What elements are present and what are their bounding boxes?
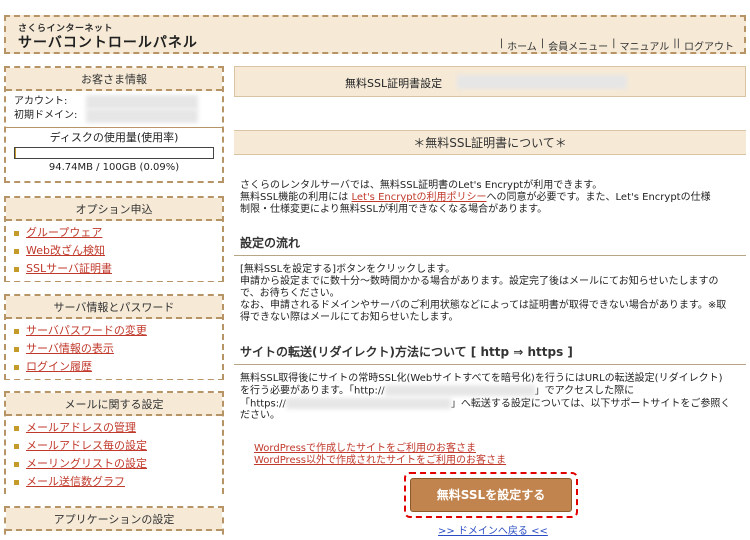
non-wordpress-help-link[interactable]: WordPress以外で作成されたサイトをご利用のお客さま bbox=[254, 455, 506, 467]
policy-link[interactable]: Let's Encryptの利用ポリシー bbox=[351, 192, 486, 203]
sidebar-item-mail-per-address[interactable]: メールアドレス毎の設定 bbox=[14, 437, 214, 455]
redirect-section-title: サイトの転送(リダイレクト)方法について [ http ⇒ https ] bbox=[234, 341, 746, 365]
disk-usage-bar bbox=[14, 147, 214, 159]
mail-title: メールに関する設定 bbox=[6, 393, 222, 416]
disk-usage-label: ディスクの使用量(使用率) bbox=[49, 131, 179, 144]
server-box: サーバ情報とパスワード サーバパスワードの変更 サーバ情報の表示 ログイン履歴 bbox=[4, 294, 224, 380]
domain-label: 初期ドメイン: bbox=[14, 110, 78, 121]
bullet-icon bbox=[14, 480, 19, 485]
bullet-icon bbox=[14, 444, 19, 449]
page-title: 無料SSL証明書設定 bbox=[345, 77, 443, 90]
options-title: オプション申込 bbox=[6, 198, 222, 221]
top-nav: | ホーム | 会員メニュー | マニュアル || ログアウト bbox=[500, 38, 738, 53]
bullet-icon bbox=[14, 365, 19, 370]
bullet-icon bbox=[14, 426, 19, 431]
customer-info-box: お客さま情報 アカウント: 初期ドメイン: ディスクの使用量(使用率) 94.7… bbox=[4, 66, 224, 183]
server-title: サーバ情報とパスワード bbox=[6, 296, 222, 319]
apps-title: アプリケーションの設定 bbox=[6, 508, 222, 531]
customer-info-title: お客さま情報 bbox=[6, 68, 222, 91]
set-free-ssl-button[interactable]: 無料SSLを設定する bbox=[410, 478, 572, 512]
https-domain-redacted bbox=[285, 397, 451, 409]
sidebar-item-mail-address[interactable]: メールアドレスの管理 bbox=[14, 419, 214, 437]
sidebar-item-mail-graph[interactable]: メール送信数グラフ bbox=[14, 473, 214, 491]
nav-member-menu[interactable]: 会員メニュー bbox=[544, 38, 612, 53]
intro-text: さくらのレンタルサーバでは、無料SSL証明書のLet's Encryptが利用で… bbox=[240, 180, 711, 215]
disk-usage-value: 94.74MB / 100GB (0.09%) bbox=[48, 162, 180, 173]
nav-logout[interactable]: ログアウト bbox=[680, 38, 738, 53]
flow-section-title: 設定の流れ bbox=[234, 232, 746, 256]
sidebar-item-groupware[interactable]: グループウェア bbox=[14, 224, 214, 242]
flow-text: [無料SSLを設定する]ボタンをクリックします。 申請から設定までに数十分～数時… bbox=[240, 264, 727, 323]
account-value-redacted bbox=[86, 95, 198, 109]
account-label: アカウント: bbox=[14, 96, 68, 107]
bullet-icon bbox=[14, 462, 19, 467]
back-to-domain-link[interactable]: >> ドメインへ戻る << bbox=[438, 522, 548, 537]
about-ssl-header: ＊無料SSL証明書について＊ bbox=[234, 130, 746, 155]
bullet-icon bbox=[14, 249, 19, 254]
bullet-icon bbox=[14, 329, 19, 334]
help-links: WordPressで作成したサイトをご利用のお客さま WordPress以外で作… bbox=[254, 443, 506, 467]
options-box: オプション申込 グループウェア Web改ざん検知 SSLサーバ証明書 bbox=[4, 196, 224, 282]
main-content: 無料SSL証明書設定 ＊無料SSL証明書について＊ さくらのレンタルサーバでは、… bbox=[234, 66, 746, 537]
sidebar-item-password-change[interactable]: サーバパスワードの変更 bbox=[14, 322, 214, 340]
domain-redacted bbox=[457, 75, 627, 89]
sidebar-item-ssl-cert[interactable]: SSLサーバ証明書 bbox=[14, 260, 214, 278]
sidebar-item-mailing-list[interactable]: メーリングリストの設定 bbox=[14, 455, 214, 473]
domain-value-redacted bbox=[86, 109, 198, 123]
apps-box: アプリケーションの設定 bbox=[4, 506, 224, 540]
sidebar-item-login-history[interactable]: ログイン履歴 bbox=[14, 358, 214, 376]
mail-box: メールに関する設定 メールアドレスの管理 メールアドレス毎の設定 メーリングリス… bbox=[4, 391, 224, 494]
http-domain-redacted bbox=[384, 385, 535, 396]
bullet-icon bbox=[14, 231, 19, 236]
sidebar-item-server-info[interactable]: サーバ情報の表示 bbox=[14, 340, 214, 358]
header-bar: さくらインターネット サーバコントロールパネル | ホーム | 会員メニュー |… bbox=[4, 15, 746, 54]
nav-home[interactable]: ホーム bbox=[503, 38, 541, 53]
bullet-icon bbox=[14, 267, 19, 272]
page-title-bar: 無料SSL証明書設定 bbox=[234, 66, 746, 97]
brand-logo[interactable]: サーバコントロールパネル bbox=[18, 32, 198, 52]
wordpress-help-link[interactable]: WordPressで作成したサイトをご利用のお客さま bbox=[254, 443, 506, 455]
redirect-text: 無料SSL取得後にサイトの常時SSL化(Webサイトすべてを暗号化)を行うにはU… bbox=[240, 373, 731, 421]
bullet-icon bbox=[14, 347, 19, 352]
sidebar-item-web-tamper[interactable]: Web改ざん検知 bbox=[14, 242, 214, 260]
nav-manual[interactable]: マニュアル bbox=[616, 38, 674, 53]
